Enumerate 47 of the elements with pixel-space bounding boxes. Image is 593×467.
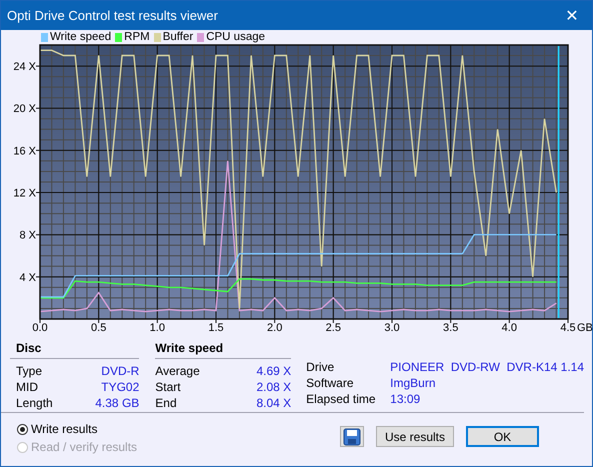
field-label: Length xyxy=(16,396,53,412)
axis-label: 4.0 xyxy=(502,322,517,334)
field-label: MID xyxy=(16,380,38,396)
section-heading: Write speed xyxy=(155,339,292,359)
window-title: Opti Drive Control test results viewer xyxy=(7,8,218,23)
axis-label: 4.5 xyxy=(560,322,576,334)
axis-label: 1.5 xyxy=(208,322,224,334)
axis-label: 4 X xyxy=(19,272,36,284)
legend-label: Buffer xyxy=(162,31,194,43)
field-value: 4.69 X xyxy=(256,364,292,380)
axis-label: 1.0 xyxy=(150,322,165,334)
axis-label: 0.5 xyxy=(91,322,106,334)
save-button[interactable] xyxy=(340,426,364,447)
ok-button[interactable]: OK xyxy=(466,426,539,447)
axis-label: 8 X xyxy=(19,230,36,242)
close-button[interactable]: ✕ xyxy=(552,1,592,30)
field-value: 4.38 GB xyxy=(95,396,140,412)
axis-label: 20 X xyxy=(13,103,36,116)
axis-label: 2.5 xyxy=(326,322,341,334)
field-value: 2.08 X xyxy=(256,380,292,396)
axis-label: 0.0 xyxy=(32,322,48,334)
axis-label: 2.0 xyxy=(267,322,282,334)
field-label: Type xyxy=(16,364,42,380)
use-results-button[interactable]: Use results xyxy=(376,426,454,447)
field-value: 8.04 X xyxy=(256,396,292,412)
field-value: PIONEER DVD-RW DVR-K14 1.14 xyxy=(390,360,584,376)
field-value: DVD-R xyxy=(101,364,140,380)
axis-label: 3.0 xyxy=(384,322,400,334)
field-label: Elapsed time xyxy=(306,392,377,408)
field-value: ImgBurn xyxy=(390,376,436,392)
legend-label: Write speed xyxy=(50,31,112,43)
field-label: End xyxy=(155,396,177,412)
axis-label: 12 X xyxy=(13,188,36,200)
axis-label: 24 X xyxy=(13,61,36,74)
section-heading: Disc xyxy=(10,339,140,359)
legend-label: RPM xyxy=(124,31,150,43)
field-label: Average xyxy=(155,364,200,380)
field-label: Start xyxy=(155,380,181,396)
field-label: Software xyxy=(306,376,355,392)
axis-label: 16 X xyxy=(13,145,36,158)
field-value: TYG02 xyxy=(101,380,140,396)
field-label: Drive xyxy=(306,360,336,376)
legend-label: CPU usage xyxy=(206,31,266,43)
field-value: 13:09 xyxy=(390,392,420,408)
radio-button[interactable]: Write results xyxy=(17,422,138,436)
axis-label: 3.5 xyxy=(443,322,458,334)
axis-unit: GB xyxy=(577,322,592,334)
